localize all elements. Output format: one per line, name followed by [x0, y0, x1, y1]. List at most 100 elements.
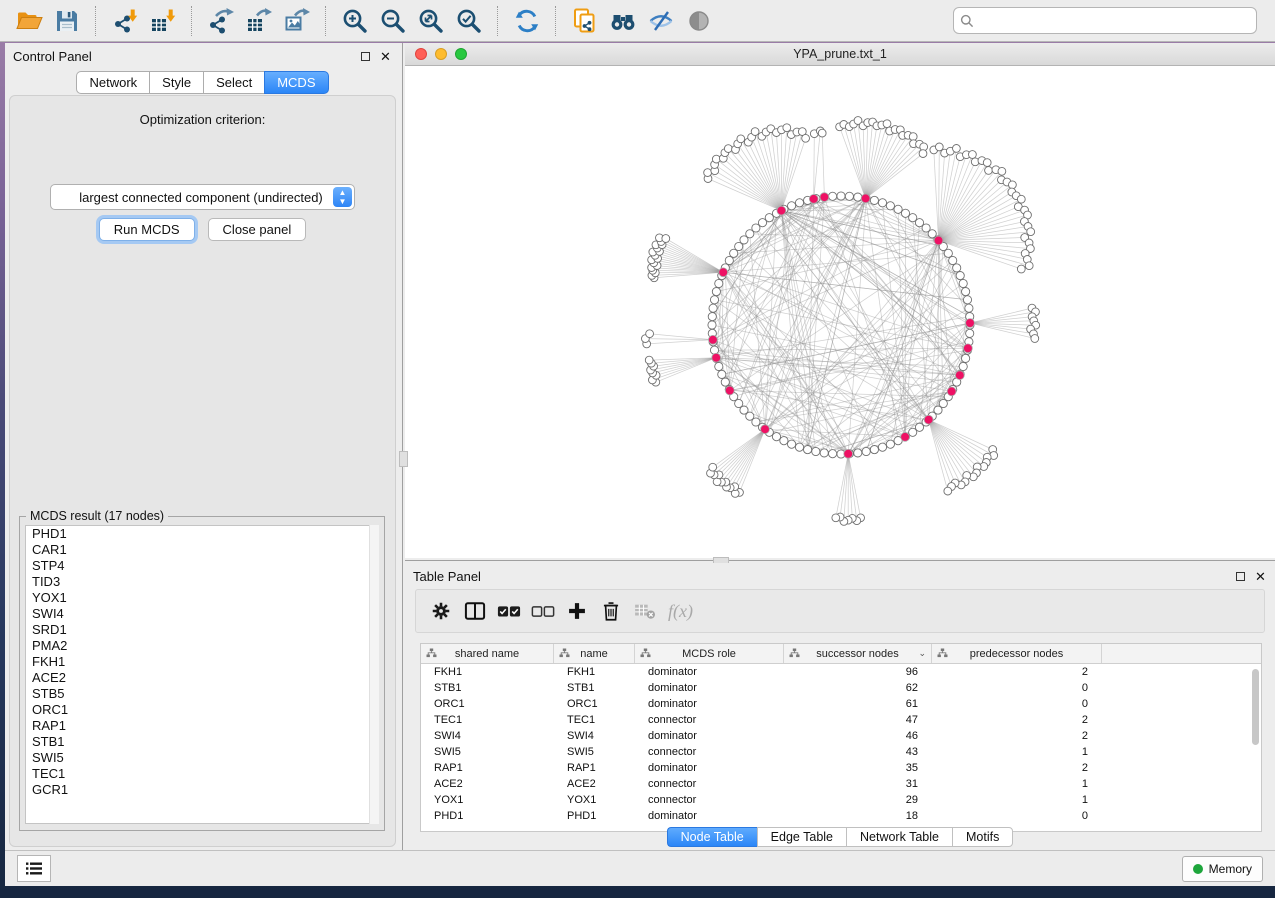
mcds-result-item[interactable]: ORC1 [26, 702, 378, 718]
table-cell: dominator [635, 666, 784, 678]
mcds-result-item[interactable]: FKH1 [26, 654, 378, 670]
column-header-predecessor-nodes[interactable]: predecessor nodes [932, 644, 1102, 663]
table-panel-tabs: Node Table Edge Table Network Table Moti… [405, 827, 1275, 847]
tab-select[interactable]: Select [203, 71, 264, 94]
toolbar-separator [95, 6, 97, 36]
import-table-icon[interactable] [147, 5, 179, 37]
hide-details-eye-icon[interactable] [645, 5, 677, 37]
show-column-panel-icon[interactable] [458, 596, 492, 626]
table-cell: YOX1 [421, 794, 554, 806]
table-row[interactable]: ORC1ORC1dominator610 [421, 696, 1261, 712]
zoom-in-icon[interactable] [339, 5, 371, 37]
zoom-fit-icon[interactable] [415, 5, 447, 37]
network-window-title: YPA_prune.txt_1 [405, 47, 1275, 61]
refresh-icon[interactable] [511, 5, 543, 37]
mcds-result-item[interactable]: GCR1 [26, 782, 378, 798]
mcds-result-item[interactable]: TEC1 [26, 766, 378, 782]
table-row[interactable]: SWI4SWI4dominator462 [421, 728, 1261, 744]
table-cell: 1 [932, 778, 1102, 790]
open-folder-icon[interactable] [13, 5, 45, 37]
mcds-result-item[interactable]: CAR1 [26, 542, 378, 558]
tab-style[interactable]: Style [149, 71, 203, 94]
memory-button[interactable]: Memory [1182, 856, 1263, 882]
mcds-result-scrollbar[interactable] [369, 525, 379, 824]
control-panel-tabs: Network Style Select MCDS [5, 71, 400, 94]
memory-status-icon [1193, 864, 1203, 874]
mcds-result-item[interactable]: SWI4 [26, 606, 378, 622]
mcds-result-item[interactable]: RAP1 [26, 718, 378, 734]
table-cell: TEC1 [554, 714, 635, 726]
tab-network-table[interactable]: Network Table [846, 827, 952, 847]
tab-mcds[interactable]: MCDS [264, 71, 328, 94]
tab-network[interactable]: Network [76, 71, 149, 94]
function-builder-icon: f(x) [668, 601, 693, 622]
export-network-icon[interactable] [205, 5, 237, 37]
search-field[interactable] [953, 7, 1257, 34]
splitter-grip[interactable] [399, 451, 408, 467]
save-icon[interactable] [51, 5, 83, 37]
table-settings-gear-icon[interactable] [424, 596, 458, 626]
binoculars-icon[interactable] [607, 5, 639, 37]
table-row[interactable]: SWI5SWI5connector431 [421, 744, 1261, 760]
mcds-result-item[interactable]: TID3 [26, 574, 378, 590]
close-table-panel-button[interactable]: ✕ [1254, 570, 1267, 583]
mcds-result-item[interactable]: STP4 [26, 558, 378, 574]
column-header-name[interactable]: name [554, 644, 635, 663]
network-window-titlebar[interactable]: YPA_prune.txt_1 [405, 43, 1275, 66]
table-row[interactable]: ACE2ACE2connector311 [421, 776, 1261, 792]
mcds-result-item[interactable]: SWI5 [26, 750, 378, 766]
table-row[interactable]: FKH1FKH1dominator962 [421, 664, 1261, 680]
close-panel-button[interactable]: ✕ [379, 50, 392, 63]
clone-network-icon[interactable] [569, 5, 601, 37]
delete-column-icon[interactable] [594, 596, 628, 626]
table-row[interactable]: STB1STB1dominator620 [421, 680, 1261, 696]
mcds-result-list[interactable]: PHD1CAR1STP4TID3YOX1SWI4SRD1PMA2FKH1ACE2… [25, 525, 379, 824]
column-header-shared-name[interactable]: shared name [421, 644, 554, 663]
mcds-result-item[interactable]: STB5 [26, 686, 378, 702]
tab-node-table[interactable]: Node Table [667, 827, 757, 847]
search-icon [960, 14, 974, 28]
zoom-selected-icon[interactable] [453, 5, 485, 37]
tab-motifs[interactable]: Motifs [952, 827, 1013, 847]
float-table-panel-button[interactable] [1234, 570, 1247, 583]
table-cell: STB1 [421, 682, 554, 694]
mcds-result-item[interactable]: YOX1 [26, 590, 378, 606]
add-column-icon[interactable] [560, 596, 594, 626]
table-row[interactable]: RAP1RAP1dominator352 [421, 760, 1261, 776]
tab-edge-table[interactable]: Edge Table [757, 827, 846, 847]
import-network-icon[interactable] [109, 5, 141, 37]
table-row[interactable]: TEC1TEC1connector472 [421, 712, 1261, 728]
close-panel-action-button[interactable]: Close panel [208, 218, 307, 241]
zoom-out-icon[interactable] [377, 5, 409, 37]
unselect-all-columns-icon[interactable] [526, 596, 560, 626]
export-image-icon[interactable] [281, 5, 313, 37]
float-panel-button[interactable] [359, 50, 372, 63]
table-cell: 46 [784, 730, 932, 742]
mcds-result-item[interactable]: PMA2 [26, 638, 378, 654]
optimization-criterion-dropdown[interactable]: largest connected component (undirected)… [50, 184, 355, 210]
mcds-result-item[interactable]: STB1 [26, 734, 378, 750]
network-view[interactable] [405, 66, 1275, 558]
column-header-successor-nodes[interactable]: successor nodes⌄ [784, 644, 932, 663]
control-panel-title: Control Panel [13, 49, 352, 64]
table-cell: 0 [932, 682, 1102, 694]
table-cell: RAP1 [421, 762, 554, 774]
mcds-result-item[interactable]: PHD1 [26, 526, 378, 542]
search-input[interactable] [979, 13, 1250, 29]
table-cell: ORC1 [421, 698, 554, 710]
network-canvas [405, 66, 1275, 558]
export-table-icon[interactable] [243, 5, 275, 37]
show-panels-list-button[interactable] [17, 855, 51, 882]
mcds-result-item[interactable]: ACE2 [26, 670, 378, 686]
mcds-result-item[interactable]: SRD1 [26, 622, 378, 638]
detail-eye-icon[interactable] [683, 5, 715, 37]
column-header-MCDS-role[interactable]: MCDS role [635, 644, 784, 663]
table-scrollbar[interactable] [1251, 665, 1260, 829]
table-row[interactable]: YOX1YOX1connector291 [421, 792, 1261, 808]
table-cell: dominator [635, 810, 784, 822]
run-mcds-button[interactable]: Run MCDS [99, 218, 195, 241]
table-row[interactable]: PHD1PHD1dominator180 [421, 808, 1261, 824]
table-cell: dominator [635, 698, 784, 710]
select-all-columns-icon[interactable] [492, 596, 526, 626]
table-cell: FKH1 [554, 666, 635, 678]
